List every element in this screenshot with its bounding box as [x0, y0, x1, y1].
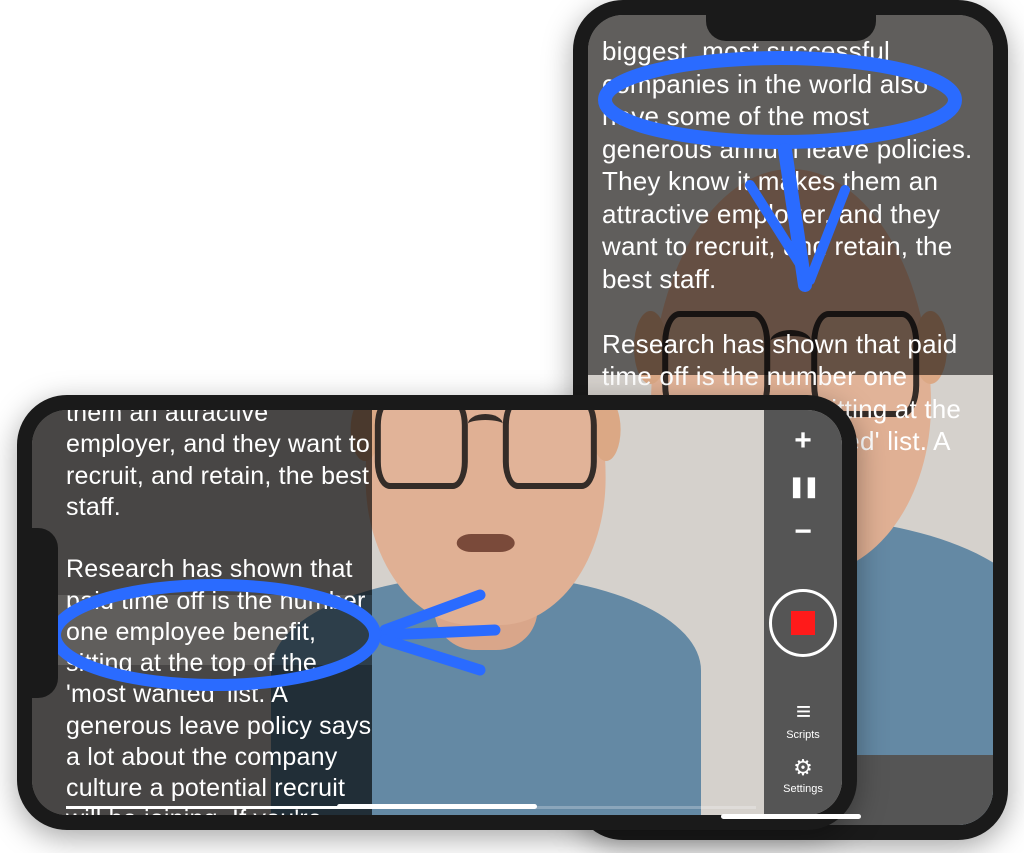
scripts-label: Scripts — [786, 729, 820, 741]
settings-button[interactable]: ⚙ Settings — [783, 755, 823, 795]
stop-icon — [791, 611, 815, 635]
scripts-button[interactable]: ≡ Scripts — [786, 696, 820, 741]
notch — [706, 15, 876, 41]
stage: biggest, most successful companies in th… — [0, 0, 1024, 853]
scripts-icon: ≡ — [796, 696, 810, 727]
notch-landscape — [32, 528, 58, 698]
settings-icon: ⚙ — [793, 755, 813, 781]
pause-button[interactable]: ❚❚ — [788, 474, 818, 499]
speed-increase-button[interactable]: + — [794, 424, 812, 458]
home-indicator-landscape — [337, 804, 537, 809]
settings-label: Settings — [783, 783, 823, 795]
phone-landscape: them an attractive employer, and they wa… — [17, 395, 857, 830]
record-button[interactable] — [769, 589, 837, 657]
control-sidebar: + ❚❚ − ≡ Scripts ⚙ Settings — [764, 410, 842, 815]
speed-decrease-button[interactable]: − — [794, 515, 812, 549]
home-indicator — [721, 814, 861, 819]
teleprompter-text-landscape: them an attractive employer, and they wa… — [66, 398, 376, 830]
